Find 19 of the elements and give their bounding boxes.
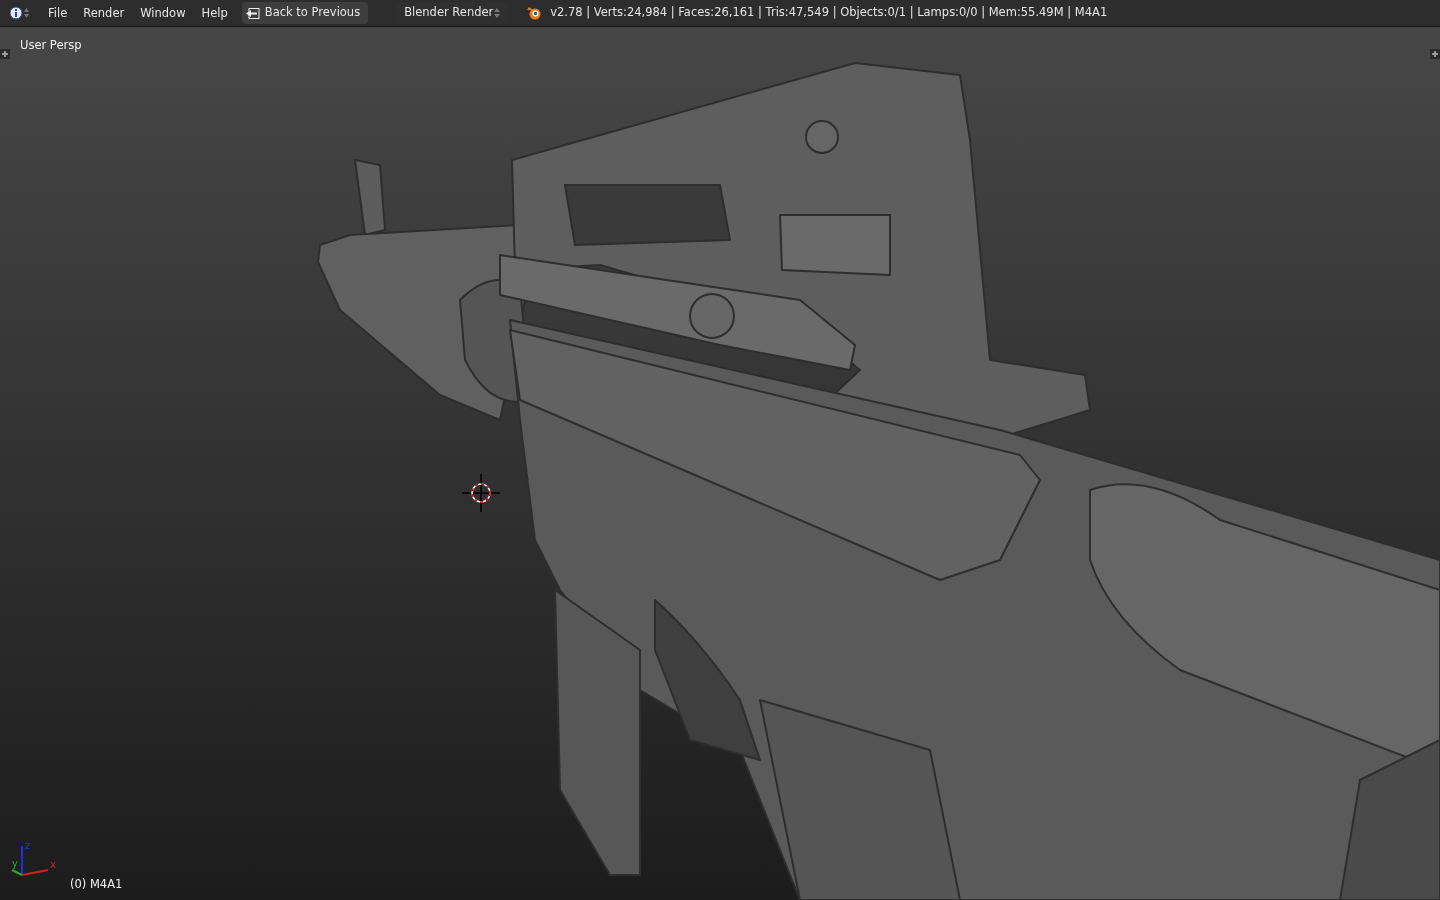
scene-statistics: v2.78 | Verts:24,984 | Faces:26,161 | Tris:47,549 | Objects:0/1 | Lamps:0/0 | Mem:55.49M | M4A1 xyxy=(550,4,1108,22)
active-object-label: (0) M4A1 xyxy=(70,875,123,893)
back-to-previous-button[interactable]: Back to Previous xyxy=(241,2,369,24)
menu-item[interactable]: File xyxy=(40,0,76,27)
back-icon xyxy=(245,7,260,19)
up-down-arrows-icon xyxy=(494,7,501,19)
menu-item[interactable]: Help xyxy=(193,0,236,27)
info-icon[interactable] xyxy=(10,6,32,20)
menu-item[interactable]: Window xyxy=(132,0,194,27)
axis-label: y xyxy=(12,858,18,869)
area-split-plus-icon[interactable] xyxy=(1430,49,1440,59)
area-split-plus-icon[interactable] xyxy=(0,49,10,59)
blender-logo-icon xyxy=(526,6,543,20)
view-label: User Persp xyxy=(20,37,82,54)
axis-label: z xyxy=(25,840,31,851)
axis-label: x xyxy=(50,859,56,870)
3d-cursor-icon xyxy=(462,474,500,512)
menu-item[interactable]: Render xyxy=(75,0,133,27)
3d-viewport[interactable]: User Persp z y x (0) M4A1 xyxy=(0,27,1440,900)
